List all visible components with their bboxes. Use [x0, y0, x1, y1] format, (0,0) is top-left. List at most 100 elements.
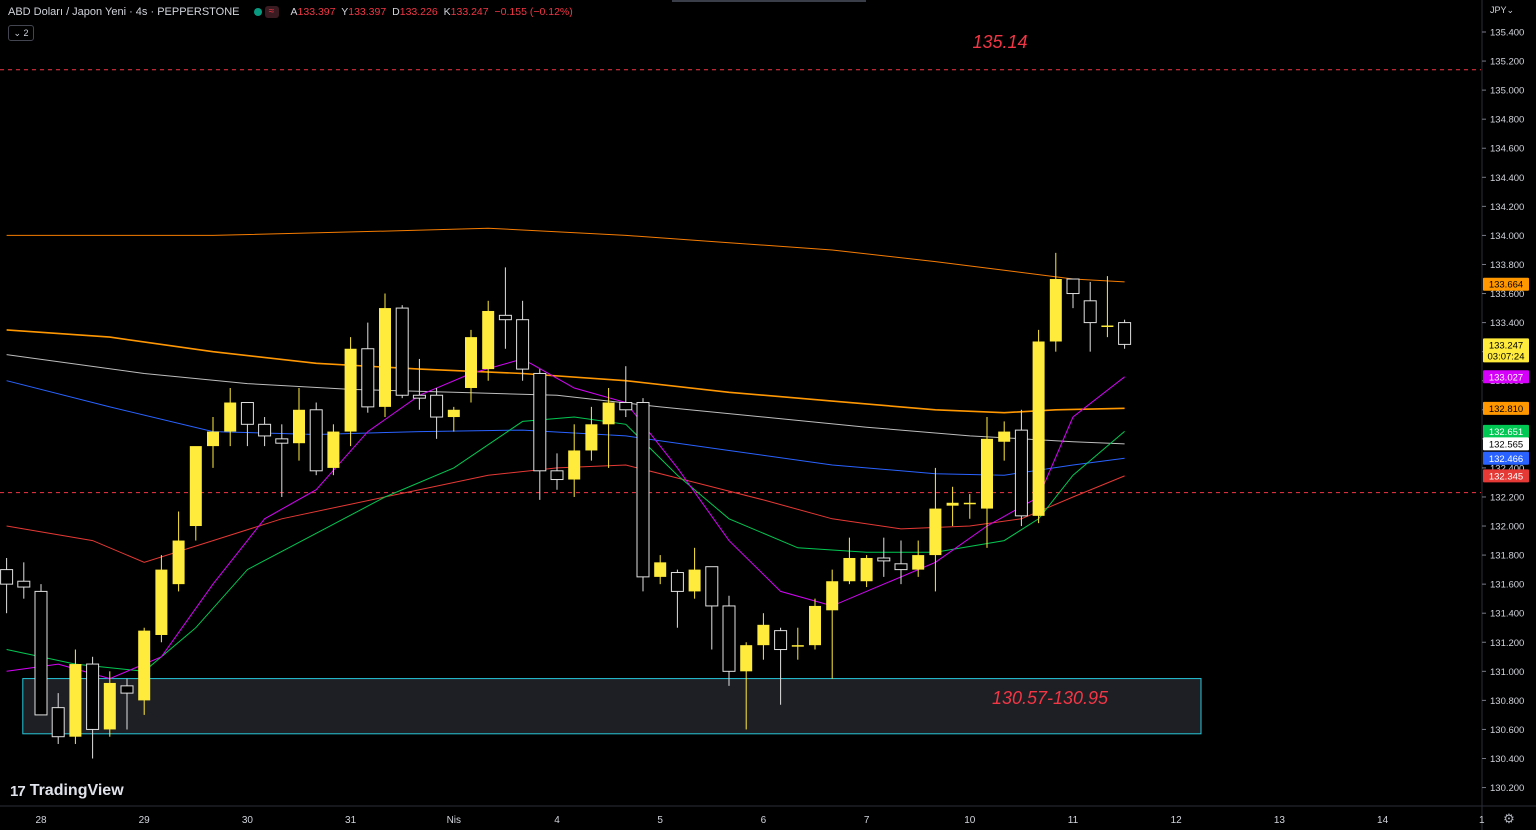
price-tag-value-6: 132.466 [1489, 454, 1523, 465]
time-tick-label: 12 [1171, 815, 1183, 826]
price-tag-value-0: 133.664 [1489, 280, 1523, 291]
candle-body[interactable] [636, 402, 650, 578]
candle-body[interactable] [516, 319, 530, 370]
candle-body[interactable] [929, 508, 942, 556]
candle-body[interactable] [258, 423, 272, 437]
candle-body[interactable] [309, 409, 323, 472]
candle-body[interactable] [465, 337, 477, 388]
ohlc-value-open: 133.397 [297, 6, 336, 18]
zone-annotation: 130.57-130.95 [992, 688, 1109, 708]
candle-body[interactable] [51, 707, 65, 738]
chart-header: ABD Doları / Japon Yeni · 4s · PEPPERSTO… [8, 6, 573, 18]
indicators-collapse-button[interactable]: ⌄ 2 [8, 25, 34, 41]
candle-body[interactable] [361, 348, 375, 408]
candle-body[interactable] [412, 394, 426, 399]
candle-body[interactable] [705, 566, 719, 607]
ma-line-ema_magenta [6, 358, 1125, 680]
tradingview-logo-icon: 17 [10, 782, 26, 800]
ohlc-readout: A133.397 Y133.397 D133.226 K133.247 −0.1… [291, 6, 573, 18]
candle-body[interactable] [240, 402, 254, 425]
ma-line-ema_blue [6, 380, 1125, 476]
candle-body[interactable] [498, 314, 512, 321]
price-tick-label: 131.400 [1490, 609, 1524, 620]
candle-body[interactable] [482, 310, 495, 370]
candle-body[interactable] [1066, 278, 1080, 295]
candle-body[interactable] [275, 438, 289, 444]
candle-body[interactable] [120, 685, 134, 694]
candle-body[interactable] [17, 580, 31, 588]
candle-body[interactable] [757, 624, 770, 646]
candle-body[interactable] [894, 563, 908, 571]
candle-body[interactable] [207, 431, 219, 447]
candle-body[interactable] [688, 569, 701, 592]
candle-body[interactable] [69, 664, 82, 737]
candle-body[interactable] [327, 431, 340, 468]
candle-body[interactable] [722, 605, 736, 672]
price-tick-label: 133.800 [1490, 260, 1524, 271]
price-tick-label: 134.400 [1490, 173, 1524, 184]
candle-body[interactable] [395, 307, 409, 396]
candle-body[interactable] [0, 569, 14, 585]
candle-body[interactable] [34, 590, 48, 716]
candle-body[interactable] [430, 394, 444, 418]
price-tick-label: 131.200 [1490, 638, 1524, 649]
price-chart[interactable]: 135.14 130.57-130.95 135.400 135.200 135.000… [0, 0, 1536, 830]
candle-body[interactable] [619, 402, 633, 411]
candle-body[interactable] [602, 402, 615, 425]
candle-body[interactable] [1049, 279, 1062, 342]
gear-icon[interactable]: ⚙ [1502, 812, 1516, 826]
price-tag-value-3: 132.810 [1489, 404, 1523, 415]
candle-body[interactable] [138, 630, 151, 701]
currency-selector[interactable]: JPY⌄ [1490, 5, 1514, 16]
candle-body[interactable] [809, 605, 821, 646]
candle-body[interactable] [1083, 300, 1097, 324]
candle-body[interactable] [1118, 322, 1132, 345]
time-tick-label: 4 [554, 815, 560, 826]
candle-body[interactable] [774, 630, 788, 651]
ohlc-label-low: D [392, 6, 400, 18]
candle-body[interactable] [447, 409, 460, 418]
candle-body[interactable] [533, 372, 547, 472]
candle-body[interactable] [1014, 429, 1028, 517]
tradingview-logo-text: TradingView [29, 782, 124, 799]
candle-body[interactable] [189, 446, 202, 527]
candle-body[interactable] [344, 348, 357, 432]
candle-body[interactable] [224, 402, 237, 432]
candle-body[interactable] [568, 450, 581, 480]
candle-body[interactable] [155, 569, 168, 635]
time-tick-label: 1 [1479, 815, 1485, 826]
price-tick-label: 134.600 [1490, 144, 1524, 155]
price-tick-label: 135.200 [1490, 57, 1524, 68]
candle-body[interactable] [1032, 341, 1045, 516]
candle-body[interactable] [998, 431, 1011, 442]
ohlc-value-close: 133.247 [450, 6, 489, 18]
candle-body[interactable] [585, 424, 598, 451]
candle-body[interactable] [379, 308, 391, 407]
candle-body[interactable] [981, 438, 993, 509]
candle-body[interactable] [293, 409, 305, 444]
candle-body[interactable] [877, 557, 891, 562]
candle-body[interactable] [843, 557, 856, 582]
ohlc-label-open: A [290, 6, 298, 18]
wave-icon[interactable]: ≈ [264, 6, 279, 18]
candle-body[interactable] [654, 562, 667, 577]
candle-body[interactable] [912, 555, 925, 570]
symbol-title[interactable]: ABD Doları / Japon Yeni · 4s · PEPPERSTO… [8, 6, 240, 18]
candle-body[interactable] [103, 682, 116, 730]
tradingview-logo[interactable]: 17 TradingView [10, 782, 124, 800]
candle-body[interactable] [172, 540, 185, 585]
price-tag-value-4: 132.651 [1489, 427, 1523, 438]
candle-body[interactable] [860, 557, 873, 582]
candle-body[interactable] [826, 581, 839, 611]
price-tick-label: 135.400 [1490, 28, 1524, 39]
candle-body[interactable] [946, 502, 959, 506]
candle-body[interactable] [1101, 325, 1114, 328]
candle-body[interactable] [791, 645, 804, 647]
market-open-icon [253, 8, 262, 16]
price-change: −0.155 (−0.12%) [494, 6, 573, 18]
candle-body[interactable] [550, 470, 564, 481]
candle-body[interactable] [670, 572, 684, 592]
candle-body[interactable] [740, 645, 753, 672]
candle-body[interactable] [86, 663, 100, 730]
candle-body[interactable] [963, 502, 976, 505]
